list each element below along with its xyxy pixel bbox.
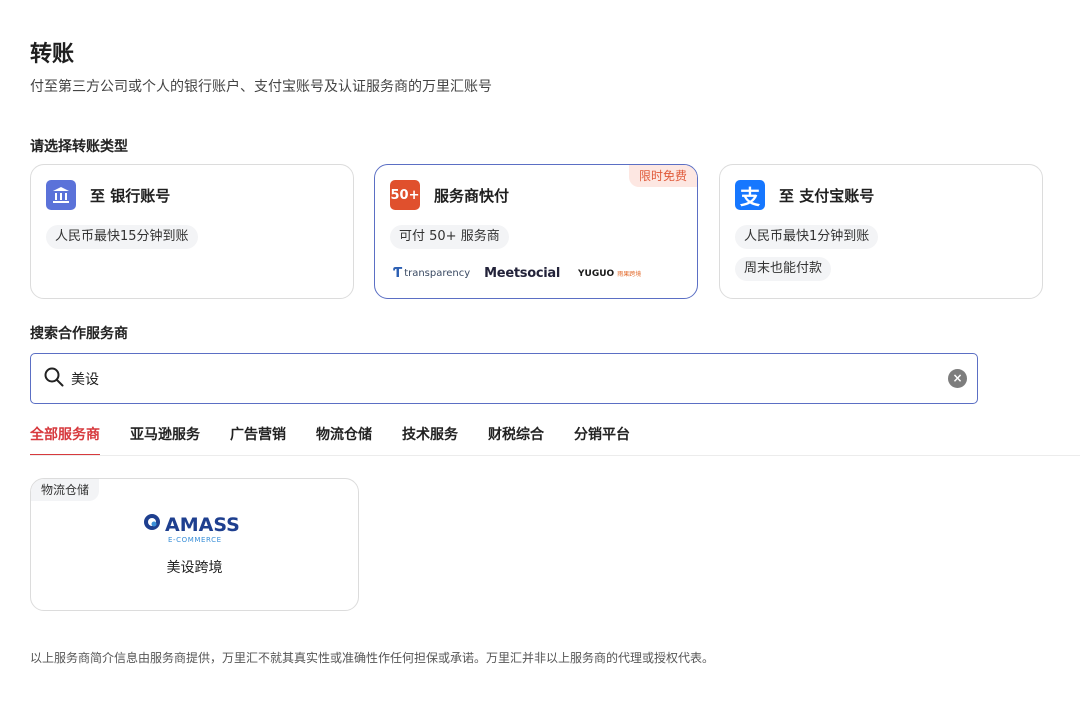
card-title: 至 银行账号 [90,186,171,205]
tab-logistics[interactable]: 物流仓储 [316,426,372,456]
provider-card[interactable]: 物流仓储 AMASS E-COMMERCE 美设跨境 [30,478,359,611]
search-icon [44,367,64,387]
provider-name: 美设跨境 [166,560,223,576]
page-subtitle: 付至第三方公司或个人的银行账户、支付宝账号及认证服务商的万里汇账号 [30,79,492,95]
yuguo-logo: YUGUO 雨果跨境 [578,268,642,279]
meetsocial-logo: Meetsocial [484,266,561,281]
transfer-type-alipay-card[interactable]: 支 至 支付宝账号 人民币最快1分钟到账 周末也能付款 [719,164,1043,299]
search-section-title: 搜索合作服务商 [30,326,128,342]
fifty-plus-icon: 50+ [390,180,420,210]
provider-logos: Ƭ transparency Meetsocial YUGUO 雨果跨境 [393,266,641,281]
tab-tech[interactable]: 技术服务 [402,426,458,456]
card-tag: 人民币最快1分钟到账 [735,225,879,249]
transparency-mark-icon: Ƭ [393,266,403,281]
bank-icon [46,180,76,210]
card-title: 至 支付宝账号 [779,186,875,205]
tab-advertising[interactable]: 广告营销 [230,426,286,456]
search-input[interactable] [71,366,931,392]
svg-text:AMASS: AMASS [165,514,240,536]
card-title: 服务商快付 [434,186,510,205]
disclaimer: 以上服务商简介信息由服务商提供，万里汇不就其真实性或准确性作任何担保或承诺。万里… [30,651,715,665]
card-tag: 可付 50+ 服务商 [390,225,509,249]
transfer-type-section-title: 请选择转账类型 [30,139,128,155]
search-box: × [30,353,978,404]
transparency-logo: Ƭ transparency [393,266,471,281]
amass-logo: AMASS E-COMMERCE [144,514,240,544]
page-title: 转账 [30,42,75,67]
clear-icon[interactable]: × [948,369,967,388]
transfer-type-bank-card[interactable]: 至 银行账号 人民币最快15分钟到账 [30,164,354,299]
tab-amazon[interactable]: 亚马逊服务 [130,426,200,456]
category-tabs: 全部服务商 亚马逊服务 广告营销 物流仓储 技术服务 财税综合 分销平台 [30,426,660,456]
provider-category-tag: 物流仓储 [31,479,100,501]
tabs-divider [30,455,1080,456]
tab-all[interactable]: 全部服务商 [30,426,100,456]
transfer-type-provider-card[interactable]: 限时免费 50+ 服务商快付 可付 50+ 服务商 Ƭ transparency… [374,164,698,299]
promo-badge: 限时免费 [628,165,697,187]
svg-text:E-COMMERCE: E-COMMERCE [168,536,222,544]
alipay-icon: 支 [735,180,765,210]
card-tag: 周末也能付款 [735,257,832,281]
card-tag: 人民币最快15分钟到账 [46,225,198,249]
tab-distribution[interactable]: 分销平台 [574,426,630,456]
tab-finance[interactable]: 财税综合 [488,426,544,456]
